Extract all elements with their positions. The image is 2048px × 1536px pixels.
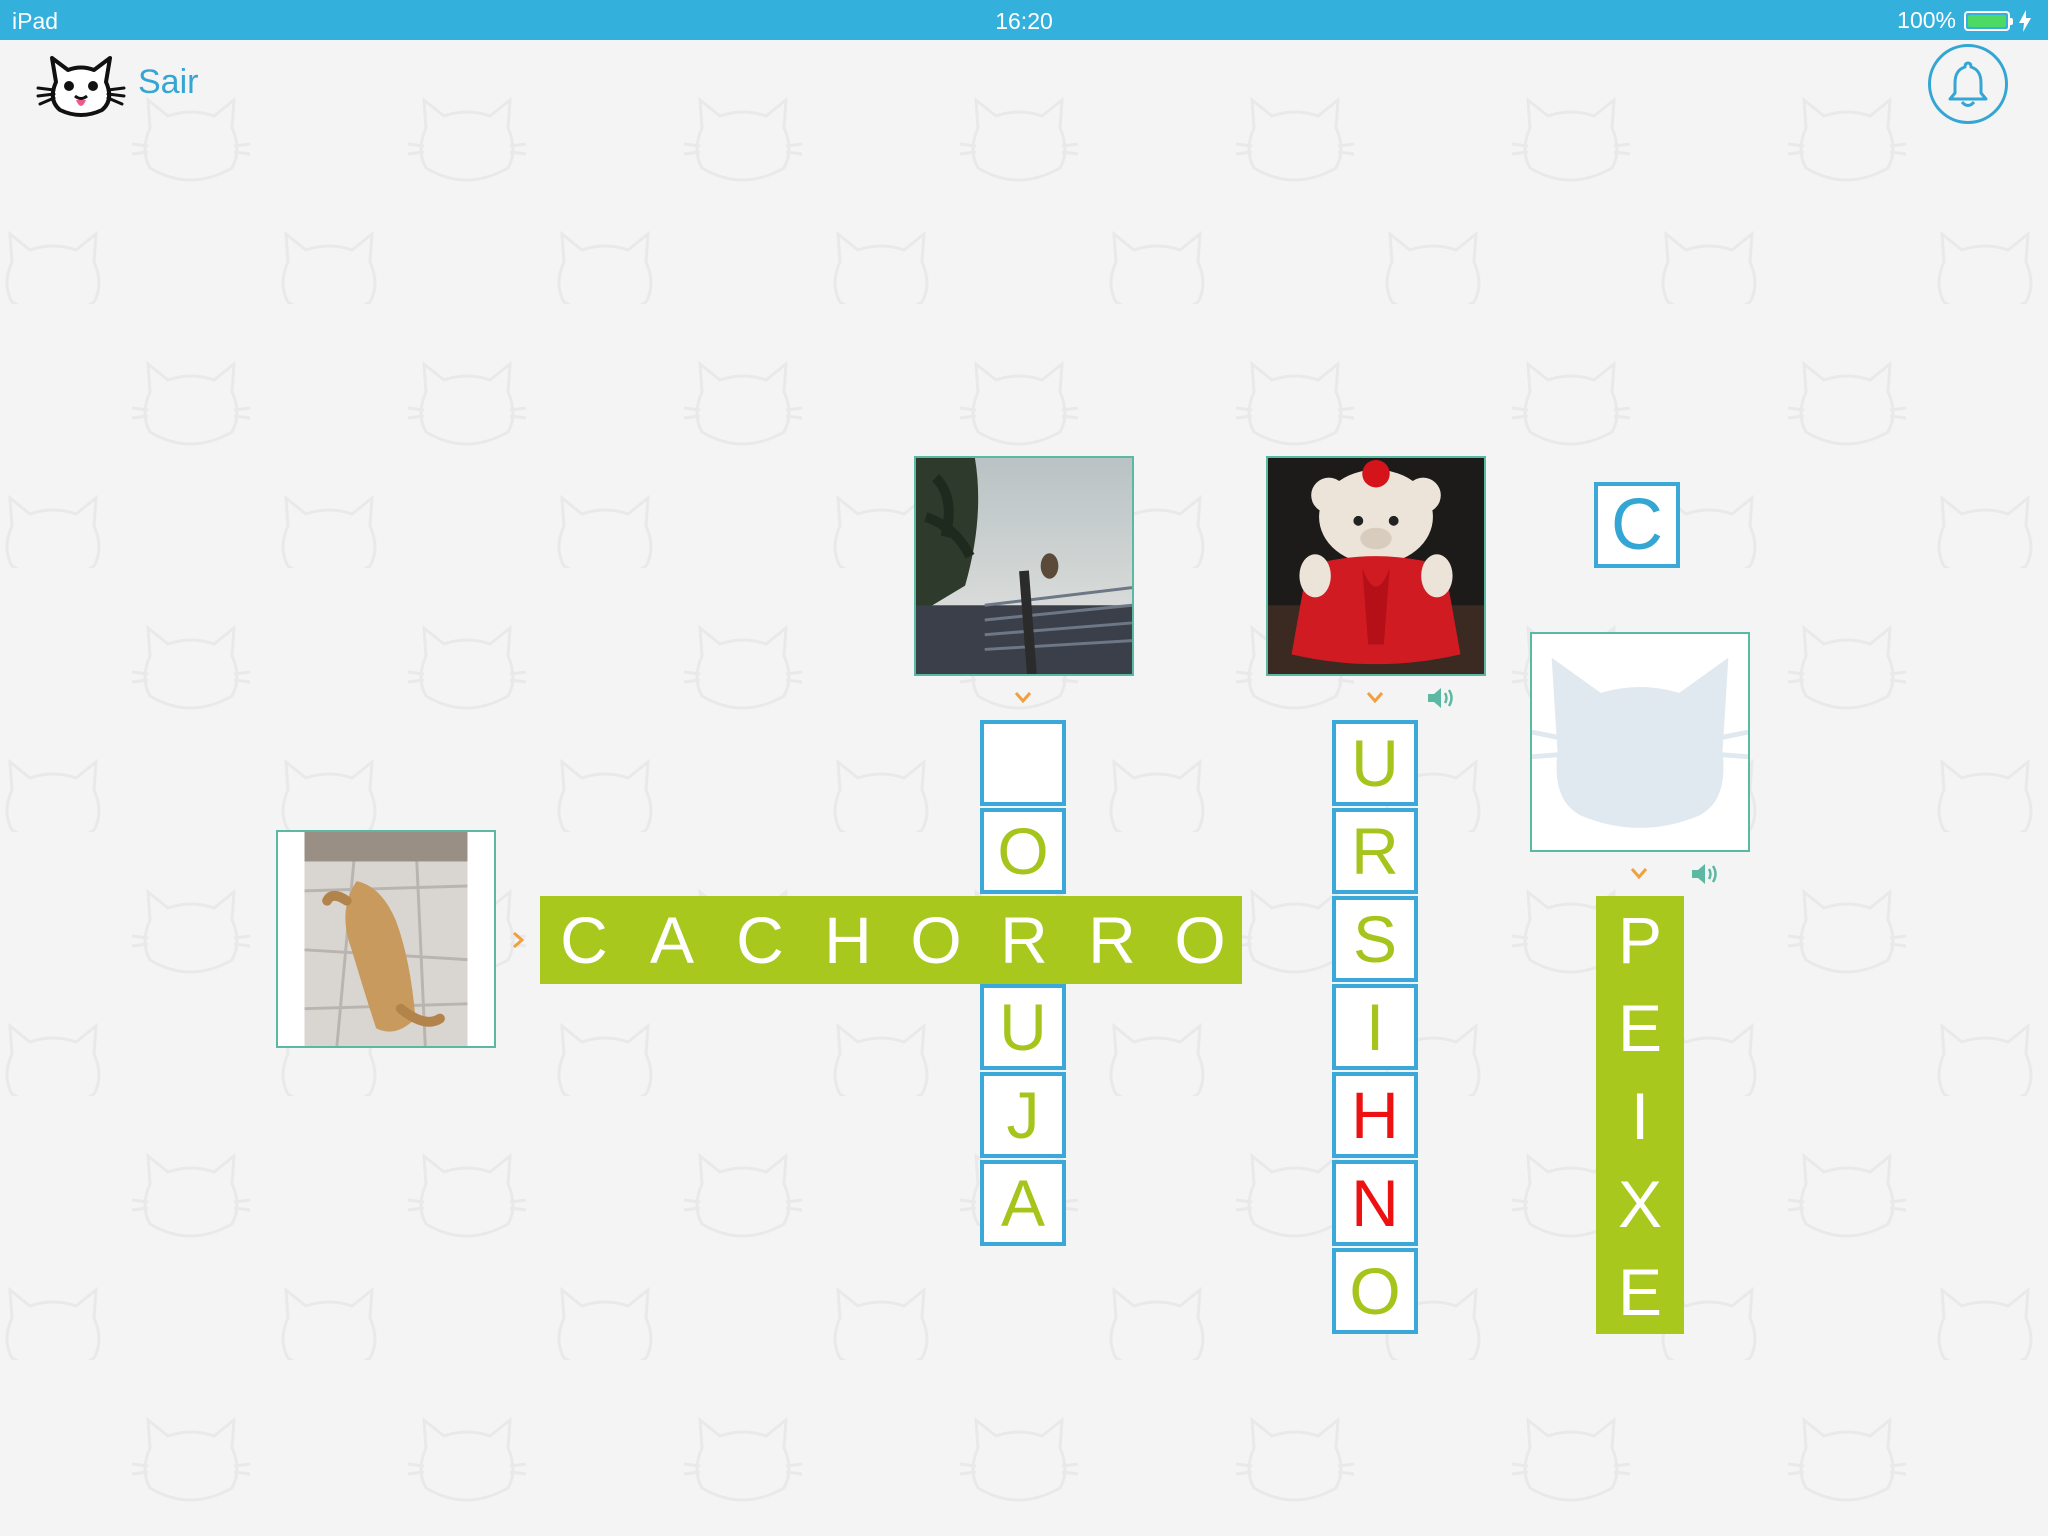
exit-button[interactable]: Sair bbox=[138, 63, 198, 102]
letter-c: C bbox=[560, 903, 608, 977]
letter-e: E bbox=[1617, 1255, 1663, 1329]
clock: 16:20 bbox=[995, 8, 1053, 34]
dog-photo bbox=[278, 832, 494, 1046]
grid-cell-coruja-4[interactable]: U bbox=[980, 984, 1066, 1070]
battery-percent: 100% bbox=[1897, 7, 1956, 33]
letter-c: C bbox=[736, 903, 784, 977]
arrow-down-icon bbox=[1014, 692, 1032, 704]
letter-r: R bbox=[1000, 903, 1048, 977]
grid-cell-ursinho-2[interactable]: R bbox=[1332, 808, 1418, 894]
grid-cell-coruja-1[interactable] bbox=[980, 720, 1066, 806]
clue-image-dog[interactable] bbox=[276, 830, 496, 1048]
floating-letter-tile[interactable]: C bbox=[1594, 482, 1680, 568]
grid-cell-ursinho-1[interactable]: U bbox=[1332, 720, 1418, 806]
grid-cell-ursinho-6[interactable]: N bbox=[1332, 1160, 1418, 1246]
clue-image-placeholder[interactable] bbox=[1530, 632, 1750, 852]
owl-photo bbox=[916, 458, 1132, 674]
letter-o: O bbox=[1174, 903, 1226, 977]
solved-word-peixe: P E I X E bbox=[1596, 896, 1684, 1334]
letter-i: I bbox=[1630, 1079, 1650, 1153]
arrow-down-icon bbox=[1366, 692, 1384, 704]
arrow-down-icon bbox=[1630, 868, 1648, 880]
notification-button[interactable] bbox=[1928, 44, 2008, 124]
cat-logo-icon[interactable] bbox=[36, 52, 126, 118]
cat-silhouette-placeholder bbox=[1532, 634, 1748, 850]
battery-icon bbox=[1964, 10, 2013, 31]
letter-x: X bbox=[1617, 1167, 1663, 1241]
letter-o: O bbox=[910, 903, 962, 977]
speaker-icon[interactable] bbox=[1426, 684, 1458, 712]
letter-p: P bbox=[1617, 903, 1663, 977]
grid-cell-coruja-5[interactable]: J bbox=[980, 1072, 1066, 1158]
letter-e: E bbox=[1617, 991, 1663, 1065]
status-bar: iPad 16:20 100% bbox=[0, 0, 2048, 40]
grid-cell-ursinho-5[interactable]: H bbox=[1332, 1072, 1418, 1158]
bell-icon bbox=[1948, 61, 1988, 107]
letter-r: R bbox=[1088, 903, 1136, 977]
speaker-icon[interactable] bbox=[1690, 860, 1722, 888]
grid-cell-coruja-2[interactable]: O bbox=[980, 808, 1066, 894]
clue-image-teddy-bear[interactable] bbox=[1266, 456, 1486, 676]
charging-bolt-icon bbox=[2019, 9, 2031, 32]
battery-indicator: 100% bbox=[1897, 7, 2032, 34]
letter-h: H bbox=[824, 903, 872, 977]
grid-cell-ursinho-3[interactable]: S bbox=[1332, 896, 1418, 982]
grid-cell-coruja-6[interactable]: A bbox=[980, 1160, 1066, 1246]
grid-cell-ursinho-7[interactable]: O bbox=[1332, 1248, 1418, 1334]
clue-image-owl[interactable] bbox=[914, 456, 1134, 676]
arrow-right-icon bbox=[513, 931, 525, 949]
solved-word-cachorro: C A C H O R R O bbox=[540, 896, 1242, 984]
teddy-bear-photo bbox=[1268, 458, 1484, 674]
letter-a: A bbox=[649, 903, 695, 977]
grid-cell-ursinho-4[interactable]: I bbox=[1332, 984, 1418, 1070]
